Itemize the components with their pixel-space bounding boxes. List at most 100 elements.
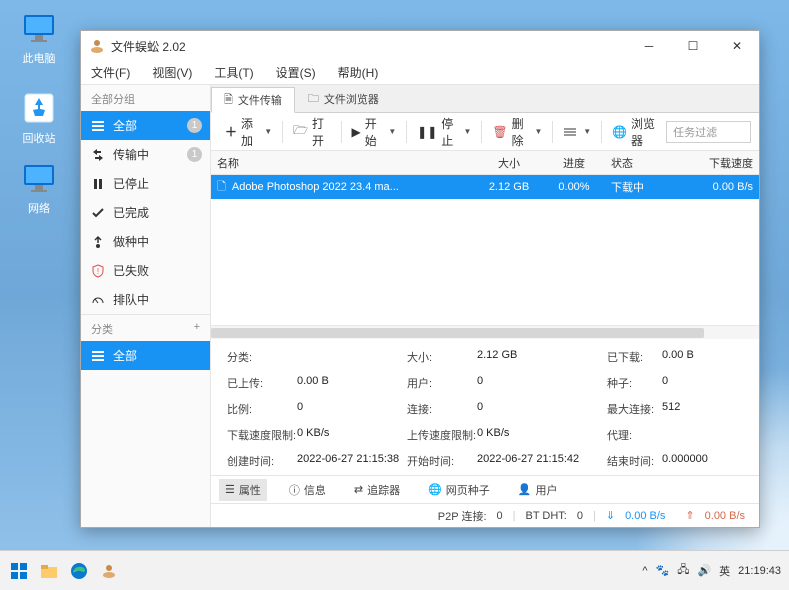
detail-tab-info[interactable]: ⓘ信息 xyxy=(283,479,332,501)
sidebar-item-label: 做种中 xyxy=(113,233,210,250)
detail-tab-properties[interactable]: ☰属性 xyxy=(219,479,267,501)
delete-button[interactable]: 🗑删除▼ xyxy=(486,119,548,145)
desktop-icon-network[interactable]: 网络 xyxy=(15,160,63,216)
value-ended: 0.000000 xyxy=(662,453,743,469)
sidebar-item-label: 排队中 xyxy=(113,291,210,308)
row-speed: 0.00 B/s xyxy=(677,181,759,193)
titlebar[interactable]: 文件蜈蚣 2.02 ─ ☐ ✕ xyxy=(81,31,759,61)
menu-view[interactable]: 视图(V) xyxy=(148,62,196,83)
detail-tab-webseed[interactable]: 🌐网页种子 xyxy=(422,479,496,501)
horizontal-scrollbar[interactable] xyxy=(211,325,759,339)
minimize-button[interactable]: ─ xyxy=(627,31,671,61)
close-button[interactable]: ✕ xyxy=(715,31,759,61)
info-icon: ⓘ xyxy=(289,482,300,498)
label-ul-limit: 上传速度限制: xyxy=(407,427,477,443)
main-tabs: 🗎 文件传输 🗀 文件浏览器 xyxy=(211,85,759,113)
label-uploaded: 已上传: xyxy=(227,375,297,391)
menu-file[interactable]: 文件(F) xyxy=(87,62,134,83)
sidebar-item-transferring[interactable]: 传输中 1 xyxy=(81,140,210,169)
status-p2p-value: 0 xyxy=(497,510,503,522)
tray-volume-icon[interactable]: 🔊 xyxy=(697,564,711,577)
desktop-icon-recycle[interactable]: 回收站 xyxy=(15,90,63,146)
main-panel: 🗎 文件传输 🗀 文件浏览器 ＋添加▼ 🗁打开 ▶开始▼ ❚❚停止▼ 🗑删除▼ xyxy=(211,85,759,527)
network-icon xyxy=(21,160,57,196)
sidebar-group-header: 全部分组 xyxy=(81,85,210,111)
col-state[interactable]: 状态 xyxy=(605,155,677,171)
label-dl-limit: 下载速度限制: xyxy=(227,427,297,443)
tray-app-icon[interactable]: 🐾 xyxy=(656,564,670,577)
arrows-icon xyxy=(91,148,105,162)
col-size[interactable]: 大小 xyxy=(475,155,543,171)
value-seeds: 0 xyxy=(662,375,743,391)
value-size: 2.12 GB xyxy=(477,349,607,365)
sidebar-item-queued[interactable]: 排队中 xyxy=(81,285,210,314)
sidebar-item-label: 已失败 xyxy=(113,262,210,279)
add-icon[interactable]: + xyxy=(194,321,200,337)
start-button[interactable] xyxy=(8,560,30,582)
tray-network-icon[interactable]: 🖧 xyxy=(677,561,689,580)
col-progress[interactable]: 进度 xyxy=(543,155,605,171)
pause-icon xyxy=(91,177,105,191)
detail-tab-tracker[interactable]: ⇄追踪器 xyxy=(348,479,406,501)
browser-button[interactable]: 🌐浏览器 xyxy=(606,119,666,145)
tab-file-transfer[interactable]: 🗎 文件传输 xyxy=(211,87,295,113)
desktop-icon-label: 回收站 xyxy=(23,130,56,146)
sidebar-item-seeding[interactable]: 做种中 xyxy=(81,227,210,256)
table-row[interactable]: 🗋 Adobe Photoshop 2022 23.4 ma... 2.12 GB… xyxy=(211,175,759,199)
taskbar-app-icon[interactable] xyxy=(98,560,120,582)
detail-tabs: ☰属性 ⓘ信息 ⇄追踪器 🌐网页种子 👤用户 xyxy=(211,475,759,503)
menu-help[interactable]: 帮助(H) xyxy=(334,62,383,83)
sidebar-category-label: 分类 xyxy=(91,321,113,337)
file-icon: 🗋 xyxy=(217,178,226,197)
start-button[interactable]: ▶开始▼ xyxy=(346,119,403,145)
menu-settings[interactable]: 设置(S) xyxy=(272,62,320,83)
file-icon: 🗎 xyxy=(224,91,233,110)
gauge-icon xyxy=(91,293,105,307)
sidebar-item-all[interactable]: 全部 1 xyxy=(81,111,210,140)
detail-tab-user[interactable]: 👤用户 xyxy=(512,479,564,501)
desktop-icon-label: 网络 xyxy=(28,200,50,216)
value-uploaded: 0.00 B xyxy=(297,375,407,391)
label-user: 用户: xyxy=(407,375,477,391)
value-user: 0 xyxy=(477,375,607,391)
row-name: Adobe Photoshop 2022 23.4 ma... xyxy=(232,181,399,193)
window-title: 文件蜈蚣 2.02 xyxy=(111,38,627,55)
col-name[interactable]: 名称 xyxy=(211,155,475,171)
value-dl-limit: 0 KB/s xyxy=(297,427,407,443)
value-maxconn: 512 xyxy=(662,401,743,417)
add-button[interactable]: ＋添加▼ xyxy=(219,119,278,145)
sidebar: 全部分组 全部 1 传输中 1 已停止 已完成 做种中 xyxy=(81,85,211,527)
trash-icon: 🗑 xyxy=(492,125,507,139)
label-connections: 连接: xyxy=(407,401,477,417)
task-filter-input[interactable]: 任务过滤 xyxy=(666,121,751,143)
value-created: 2022-06-27 21:15:38 xyxy=(297,453,407,469)
row-size: 2.12 GB xyxy=(475,181,543,193)
maximize-button[interactable]: ☐ xyxy=(671,31,715,61)
status-up-speed: 0.00 B/s xyxy=(705,510,745,522)
col-speed[interactable]: 下载速度 xyxy=(677,155,759,171)
pause-icon: ❚❚ xyxy=(417,125,437,139)
tray-clock[interactable]: 21:19:43 xyxy=(738,565,781,577)
tab-label: 文件传输 xyxy=(238,92,282,108)
label-size: 大小: xyxy=(407,349,477,365)
more-button[interactable]: ▼ xyxy=(557,119,597,145)
tab-file-browser[interactable]: 🗀 文件浏览器 xyxy=(295,86,392,112)
download-icon: ⇓ xyxy=(606,509,615,522)
scrollbar-thumb[interactable] xyxy=(211,328,704,338)
sidebar-item-completed[interactable]: 已完成 xyxy=(81,198,210,227)
desktop-icon-pc[interactable]: 此电脑 xyxy=(15,10,63,66)
taskbar-edge-icon[interactable] xyxy=(68,560,90,582)
desktop-icon-label: 此电脑 xyxy=(23,50,56,66)
taskbar-explorer-icon[interactable] xyxy=(38,560,60,582)
tray-chevron-icon[interactable]: ^ xyxy=(642,565,647,577)
open-button[interactable]: 🗁打开 xyxy=(287,119,337,145)
stop-button[interactable]: ❚❚停止▼ xyxy=(411,119,477,145)
row-state: 下载中 xyxy=(605,179,677,195)
sidebar-item-stopped[interactable]: 已停止 xyxy=(81,169,210,198)
sidebar-item-failed[interactable]: ! 已失败 xyxy=(81,256,210,285)
label-started: 开始时间: xyxy=(407,453,477,469)
tray-ime[interactable]: 英 xyxy=(719,563,730,579)
menu-tools[interactable]: 工具(T) xyxy=(210,62,257,83)
label-ended: 结束时间: xyxy=(607,453,662,469)
sidebar-category-all[interactable]: 全部 xyxy=(81,341,210,370)
